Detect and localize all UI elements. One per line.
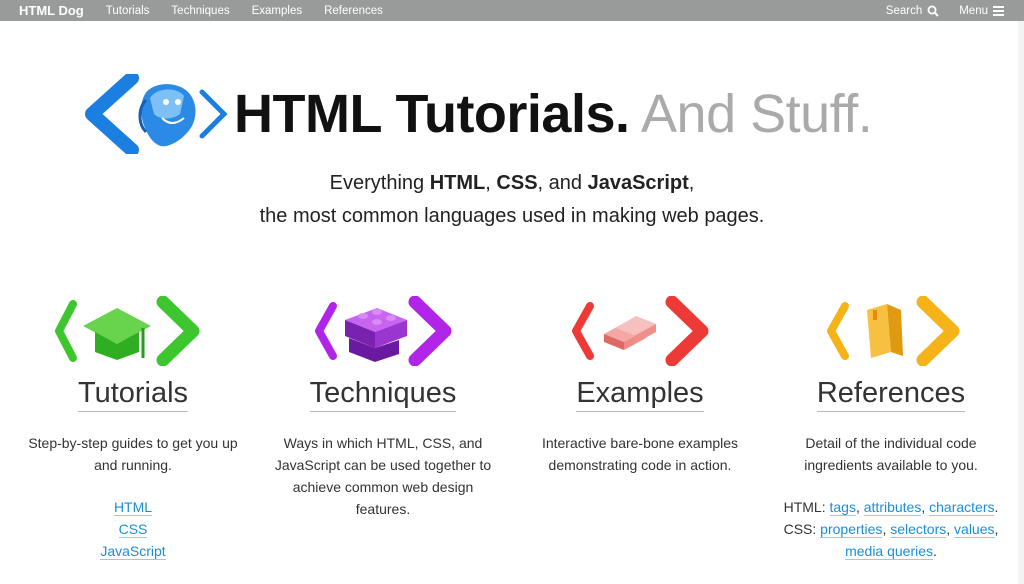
search-icon xyxy=(927,5,939,17)
search-button[interactable]: Search xyxy=(886,5,939,17)
top-nav-bar: HTML Dog Tutorials Techniques Examples R… xyxy=(0,0,1024,21)
intro-js: JavaScript xyxy=(587,172,689,194)
ref-link-media-queries[interactable]: media queries xyxy=(845,543,934,560)
search-label: Search xyxy=(885,4,923,17)
tutorial-link-css[interactable]: CSS xyxy=(118,521,148,538)
ref-link-values[interactable]: values xyxy=(954,521,995,538)
nav-link-techniques[interactable]: Techniques xyxy=(171,5,229,17)
examples-description: Interactive bare-bone examples demonstra… xyxy=(541,435,739,473)
stacked-blocks-icon xyxy=(572,296,709,366)
examples-title[interactable]: Examples xyxy=(576,376,704,412)
hero: HTML Tutorials. And Stuff. xyxy=(80,74,960,154)
hamburger-icon xyxy=(993,4,1004,18)
references-title[interactable]: References xyxy=(816,376,966,412)
section-techniques: Techniques Ways in which HTML, CSS, and … xyxy=(268,296,498,520)
nav-link-examples[interactable]: Examples xyxy=(252,5,303,17)
intro-comma: , xyxy=(485,172,497,194)
hero-title: HTML Tutorials. And Stuff. xyxy=(234,83,873,145)
ref-link-selectors[interactable]: selectors xyxy=(890,521,947,538)
intro-html: HTML xyxy=(429,172,486,194)
ref-link-properties[interactable]: properties xyxy=(820,521,883,538)
section-references: References Detail of the individual code… xyxy=(776,296,1006,562)
graduation-cap-icon xyxy=(55,296,200,366)
intro-line-1: Everything HTML, CSS, and JavaScript, xyxy=(0,172,1024,195)
techniques-title[interactable]: Techniques xyxy=(309,376,457,412)
ref-link-tags[interactable]: tags xyxy=(829,499,856,516)
menu-button[interactable]: Menu xyxy=(959,4,1004,18)
references-links: HTML: tags, attributes, characters. CSS:… xyxy=(776,496,1006,562)
intro-css: CSS xyxy=(496,172,538,194)
html-label: HTML: xyxy=(783,499,830,515)
ref-link-characters[interactable]: characters xyxy=(929,499,995,516)
hero-title-light: And Stuff. xyxy=(641,84,873,144)
section-examples: Examples Interactive bare-bone examples … xyxy=(525,296,755,476)
dog-logo-icon xyxy=(85,74,228,154)
html-reference-links: HTML: tags, attributes, characters. xyxy=(783,499,999,516)
section-tutorials: Tutorials Step-by-step guides to get you… xyxy=(18,296,248,562)
brand-link[interactable]: HTML Dog xyxy=(19,3,84,18)
hero-title-bold: HTML Tutorials. xyxy=(234,84,630,144)
intro-and: , and xyxy=(537,172,588,194)
nav-right: Search Menu xyxy=(886,4,1024,18)
intro-comma-2: , xyxy=(688,172,695,194)
scrollbar[interactable] xyxy=(1018,21,1024,584)
techniques-description: Ways in which HTML, CSS, and JavaScript … xyxy=(274,435,492,517)
menu-label: Menu xyxy=(959,4,988,17)
book-icon xyxy=(827,296,960,366)
css-label: CSS: xyxy=(783,521,821,537)
tutorial-link-javascript[interactable]: JavaScript xyxy=(100,543,166,560)
tutorials-links: HTML CSS JavaScript xyxy=(18,496,248,562)
lego-brick-icon xyxy=(315,296,452,366)
tutorials-title[interactable]: Tutorials xyxy=(77,376,189,412)
css-reference-links: CSS: properties, selectors, values, xyxy=(783,521,999,538)
ref-link-attributes[interactable]: attributes xyxy=(863,499,922,516)
nav-link-tutorials[interactable]: Tutorials xyxy=(106,5,150,17)
tutorial-link-html[interactable]: HTML xyxy=(113,499,153,516)
intro-line-2: the most common languages used in making… xyxy=(259,205,765,227)
nav-link-references[interactable]: References xyxy=(324,5,383,17)
intro-prefix: Everything xyxy=(329,172,430,194)
tutorials-description: Step-by-step guides to get you up and ru… xyxy=(28,435,238,473)
references-description: Detail of the individual code ingredient… xyxy=(804,435,978,473)
